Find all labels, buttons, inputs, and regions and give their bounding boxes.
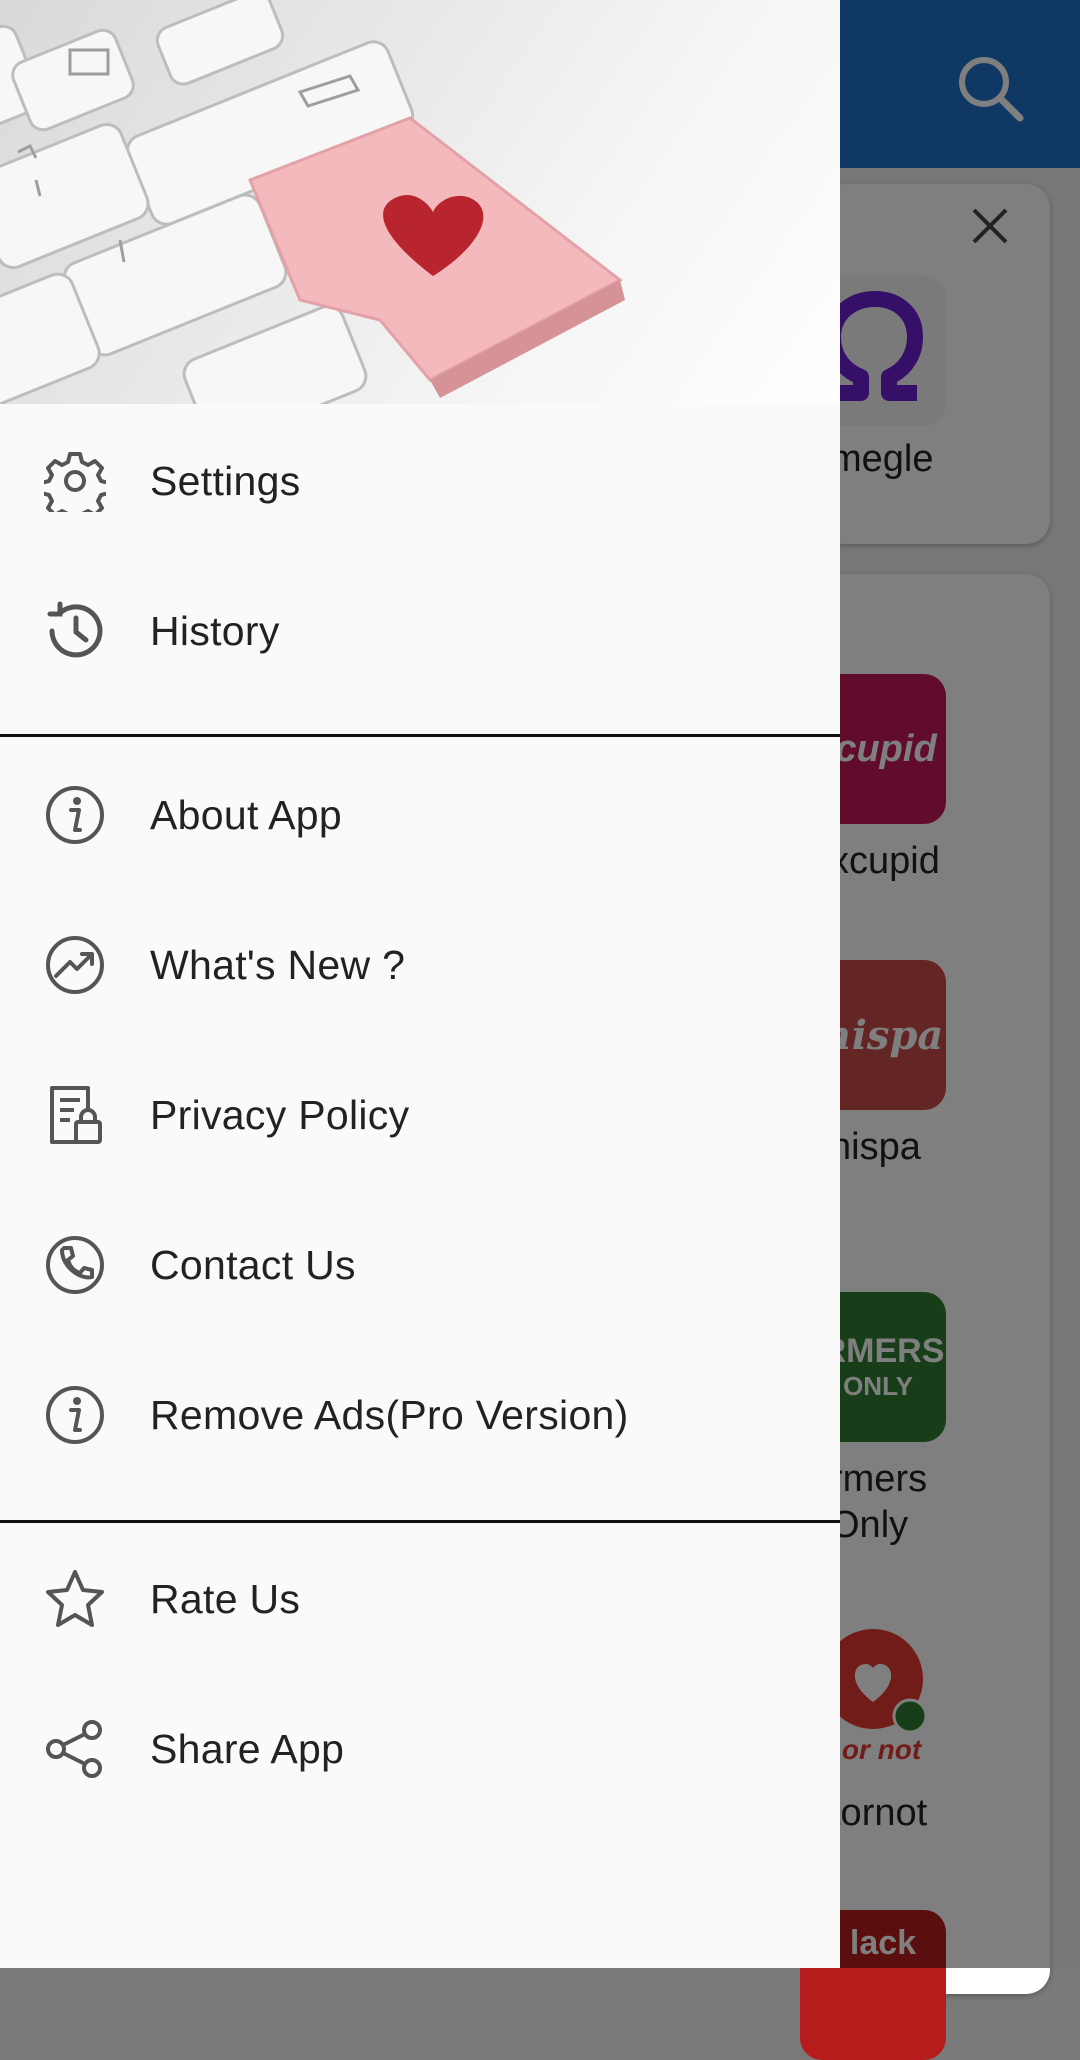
info-icon [46, 1386, 104, 1444]
menu-item-label: History [150, 607, 280, 654]
menu-item-label: About App [150, 791, 342, 838]
star-icon [46, 1570, 104, 1627]
keyboard-heart-key-illustration [0, 0, 625, 404]
menu-item-label: Remove Ads(Pro Version) [150, 1391, 629, 1438]
menu-item-settings[interactable]: Settings [0, 406, 840, 556]
trending-icon [46, 936, 104, 994]
menu-item-contact-us[interactable]: Contact Us [0, 1190, 840, 1340]
menu-item-label: Rate Us [150, 1575, 301, 1622]
menu-item-label: Contact Us [150, 1241, 356, 1288]
menu-item-label: What's New ? [150, 941, 406, 988]
menu-item-privacy-policy[interactable]: Privacy Policy [0, 1040, 840, 1190]
drawer-header-image [0, 0, 840, 404]
navigation-drawer: Settings History About App What's New ? [0, 0, 840, 1968]
menu-item-label: Privacy Policy [150, 1091, 410, 1138]
menu-divider [0, 734, 840, 737]
menu-item-share-app[interactable]: Share App [0, 1674, 840, 1824]
menu-item-label: Settings [150, 457, 301, 504]
history-icon [47, 601, 103, 658]
menu-divider [0, 1520, 840, 1523]
menu-item-about-app[interactable]: About App [0, 740, 840, 890]
privacy-document-icon [50, 1086, 102, 1144]
share-icon [46, 1720, 102, 1778]
phone-icon [46, 1236, 104, 1294]
gear-icon [44, 452, 106, 512]
menu-item-remove-ads[interactable]: Remove Ads(Pro Version) [0, 1340, 840, 1490]
info-icon [46, 786, 104, 844]
menu-item-rate-us[interactable]: Rate Us [0, 1524, 840, 1674]
menu-item-whats-new[interactable]: What's New ? [0, 890, 840, 1040]
menu-item-label: Share App [150, 1725, 345, 1772]
menu-item-history[interactable]: History [0, 556, 840, 706]
